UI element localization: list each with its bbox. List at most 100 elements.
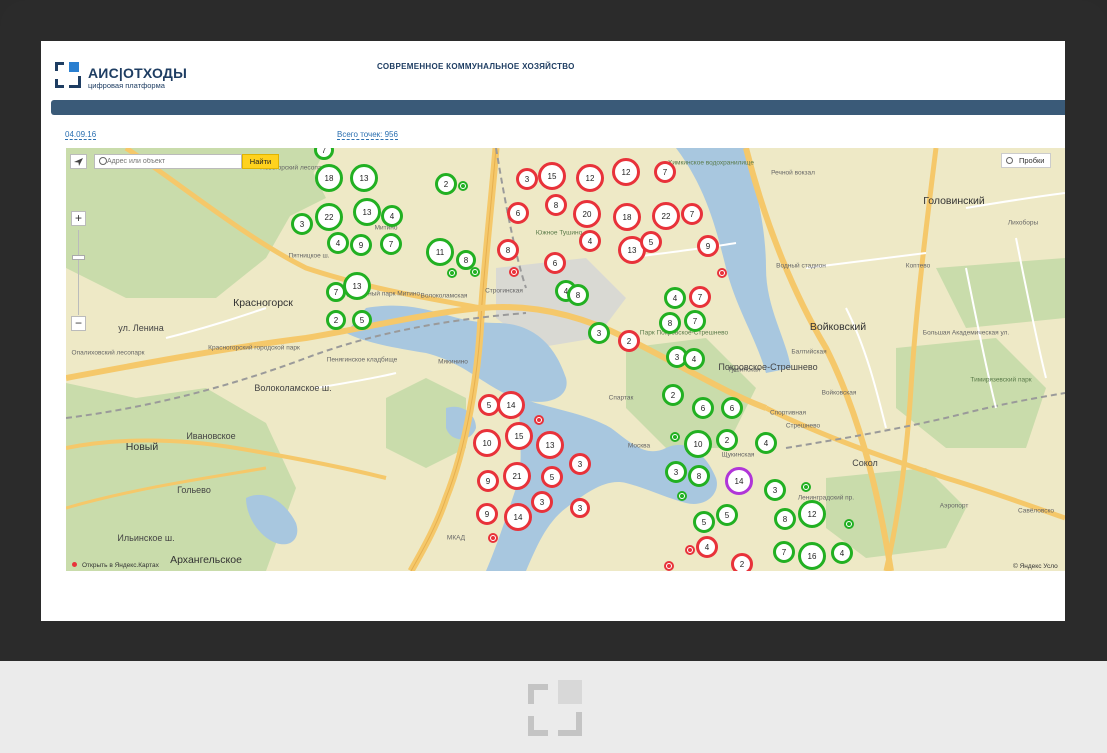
cluster-marker[interactable]: 13	[536, 431, 564, 459]
cluster-marker[interactable]: 3	[588, 322, 610, 344]
single-point-marker[interactable]	[677, 491, 687, 501]
cluster-marker[interactable]: 8	[567, 284, 589, 306]
map-view[interactable]: Красногорск Новый Архангельское Гольево …	[66, 148, 1065, 571]
cluster-marker[interactable]: 22	[315, 203, 343, 231]
cluster-marker[interactable]: 5	[693, 511, 715, 533]
cluster-marker[interactable]: 15	[538, 162, 566, 190]
cluster-marker[interactable]: 14	[504, 503, 532, 531]
geolocation-button[interactable]	[70, 154, 87, 169]
cluster-marker[interactable]: 7	[773, 541, 795, 563]
cluster-marker[interactable]: 7	[689, 286, 711, 308]
navigation-bar	[51, 100, 1065, 115]
cluster-marker[interactable]: 7	[654, 161, 676, 183]
single-point-marker[interactable]	[470, 267, 480, 277]
single-point-marker[interactable]	[670, 432, 680, 442]
single-point-marker[interactable]	[458, 181, 468, 191]
cluster-marker[interactable]: 14	[497, 391, 525, 419]
zoom-out-button[interactable]: −	[71, 316, 86, 331]
cluster-marker[interactable]: 7	[681, 203, 703, 225]
cluster-marker[interactable]: 2	[618, 330, 640, 352]
cluster-marker[interactable]: 2	[662, 384, 684, 406]
cluster-marker[interactable]: 4	[327, 232, 349, 254]
cluster-marker[interactable]: 10	[684, 430, 712, 458]
cluster-marker[interactable]: 4	[755, 432, 777, 454]
map-search-box[interactable]	[94, 154, 242, 169]
cluster-marker[interactable]: 18	[613, 203, 641, 231]
cluster-marker[interactable]: 7	[684, 310, 706, 332]
cluster-marker[interactable]: 10	[473, 429, 501, 457]
cluster-marker[interactable]: 4	[683, 348, 705, 370]
cluster-marker[interactable]: 3	[516, 168, 538, 190]
cluster-marker[interactable]: 2	[731, 553, 753, 571]
zoom-in-button[interactable]: +	[71, 211, 86, 226]
cluster-marker[interactable]: 11	[426, 238, 454, 266]
cluster-marker[interactable]: 20	[573, 200, 601, 228]
single-point-marker[interactable]	[447, 268, 457, 278]
single-point-marker[interactable]	[685, 545, 695, 555]
cluster-marker[interactable]: 12	[798, 500, 826, 528]
cluster-marker[interactable]: 9	[476, 503, 498, 525]
cluster-marker[interactable]: 8	[688, 465, 710, 487]
cluster-marker[interactable]: 3	[569, 453, 591, 475]
cluster-marker[interactable]: 6	[544, 252, 566, 274]
cluster-marker[interactable]: 5	[352, 310, 372, 330]
single-point-marker[interactable]	[801, 482, 811, 492]
cluster-marker[interactable]: 9	[697, 235, 719, 257]
cluster-marker[interactable]: 8	[497, 239, 519, 261]
cluster-marker[interactable]: 6	[507, 202, 529, 224]
cluster-marker[interactable]: 8	[659, 312, 681, 334]
cluster-marker[interactable]: 4	[664, 287, 686, 309]
cluster-marker[interactable]: 13	[343, 272, 371, 300]
single-point-marker[interactable]	[488, 533, 498, 543]
single-point-marker[interactable]	[534, 415, 544, 425]
cluster-marker[interactable]: 15	[505, 422, 533, 450]
cluster-marker[interactable]: 7	[326, 282, 346, 302]
map-search-input[interactable]	[107, 156, 237, 167]
cluster-marker[interactable]: 3	[570, 498, 590, 518]
cluster-marker[interactable]: 12	[576, 164, 604, 192]
cluster-marker[interactable]: 4	[831, 542, 853, 564]
cluster-marker[interactable]: 5	[716, 504, 738, 526]
cluster-marker[interactable]: 6	[721, 397, 743, 419]
cluster-marker[interactable]: 7	[380, 233, 402, 255]
single-point-marker[interactable]	[664, 561, 674, 571]
single-point-marker[interactable]	[844, 519, 854, 529]
zoom-slider-track[interactable]	[78, 230, 79, 315]
cluster-marker[interactable]: 4	[381, 205, 403, 227]
cluster-marker[interactable]: 18	[315, 164, 343, 192]
cluster-marker[interactable]: 2	[326, 310, 346, 330]
cluster-marker[interactable]: 22	[652, 202, 680, 230]
date-selector-link[interactable]: 04.09.16	[65, 130, 97, 140]
cluster-marker[interactable]: 9	[350, 234, 372, 256]
map-search-button[interactable]: Найти	[242, 154, 279, 169]
zoom-slider-handle[interactable]	[72, 255, 85, 260]
single-point-marker[interactable]	[509, 267, 519, 277]
cluster-marker[interactable]: 13	[350, 164, 378, 192]
cluster-marker[interactable]: 13	[353, 198, 381, 226]
cluster-marker[interactable]: 16	[798, 542, 826, 570]
cluster-marker[interactable]: 3	[764, 479, 786, 501]
cluster-marker[interactable]: 12	[612, 158, 640, 186]
cluster-marker[interactable]: 2	[716, 429, 738, 451]
cluster-marker[interactable]: 3	[665, 461, 687, 483]
total-points-link[interactable]: Всего точек: 956	[337, 130, 398, 140]
cluster-marker[interactable]: 3	[291, 213, 313, 235]
cluster-marker[interactable]: 14	[725, 467, 753, 495]
cluster-marker[interactable]: 3	[531, 491, 553, 513]
cluster-marker[interactable]: 9	[477, 470, 499, 492]
map-label: Мякинино	[438, 358, 468, 366]
cluster-marker[interactable]: 21	[503, 462, 531, 490]
cluster-marker[interactable]: 8	[545, 194, 567, 216]
cluster-marker[interactable]: 6	[692, 397, 714, 419]
cluster-marker[interactable]: 5	[640, 231, 662, 253]
cluster-marker[interactable]: 4	[579, 230, 601, 252]
cluster-marker[interactable]: 2	[435, 173, 457, 195]
single-point-marker[interactable]	[717, 268, 727, 278]
cluster-marker[interactable]: 8	[774, 508, 796, 530]
cluster-marker[interactable]: 5	[541, 466, 563, 488]
map-label: Строгинская	[485, 287, 523, 295]
open-in-yandex-link[interactable]: Открыть в Яндекс.Картах	[82, 562, 159, 569]
traffic-button[interactable]: Пробки	[1001, 153, 1051, 168]
map-label: Красногорский городской парк	[208, 344, 300, 352]
cluster-marker[interactable]: 4	[696, 536, 718, 558]
